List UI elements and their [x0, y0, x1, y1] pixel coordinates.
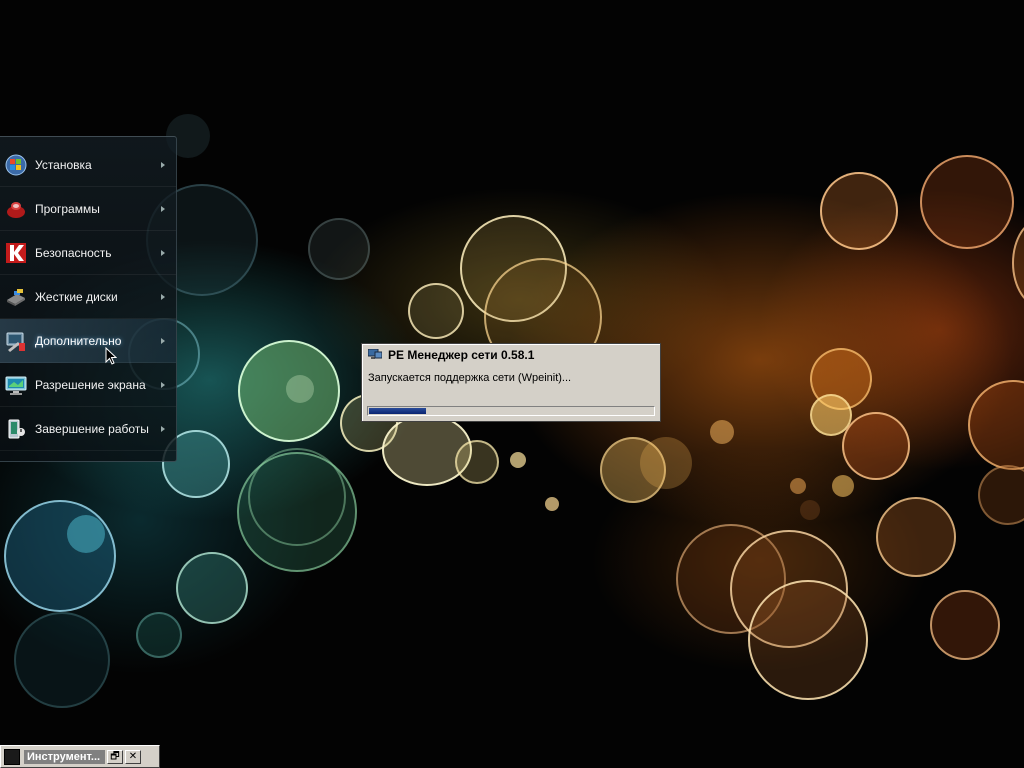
bokeh-bubble: [710, 420, 734, 444]
menu-item-label: Безопасность: [35, 245, 112, 260]
network-manager-dialog[interactable]: PE Менеджер сети 0.58.1 Запускается подд…: [361, 343, 661, 422]
chevron-right-icon: [161, 249, 165, 256]
menu-item-label: Разрешение экрана: [35, 377, 146, 392]
bokeh-bubble: [545, 497, 559, 511]
bokeh-bubble: [820, 172, 898, 250]
bokeh-bubble: [176, 552, 248, 624]
bokeh-bubble: [978, 465, 1024, 525]
menu-item-install[interactable]: Установка: [0, 143, 176, 187]
bokeh-bubble: [930, 590, 1000, 660]
menu-item-hard-disks[interactable]: Жесткие диски: [0, 275, 176, 319]
chevron-right-icon: [161, 337, 165, 344]
bokeh-bubble: [510, 452, 526, 468]
bokeh-bubble: [14, 612, 110, 708]
bokeh-bubble: [790, 478, 806, 494]
network-icon: [367, 348, 383, 361]
dialog-status-message: Запускается поддержка сети (Wpeinit)...: [368, 372, 572, 384]
menu-item-label: Завершение работы: [35, 421, 149, 436]
menu-item-additional[interactable]: Дополнительно: [0, 319, 176, 363]
monitor-icon: [5, 374, 27, 396]
bokeh-bubble: [800, 500, 820, 520]
taskbar-window-button[interactable]: Инструмент... 🗗 ✕: [0, 745, 160, 768]
kaspersky-icon: [5, 242, 27, 264]
menu-item-label: Установка: [35, 157, 92, 172]
menu-item-screen-resolution[interactable]: Разрешение экрана: [0, 363, 176, 407]
programs-icon: [5, 198, 27, 220]
progress-bar-fill: [369, 408, 426, 414]
side-menu: Установка Программы Безопасность Жесткие…: [0, 136, 177, 462]
bokeh-bubble: [408, 283, 464, 339]
menu-item-security[interactable]: Безопасность: [0, 231, 176, 275]
taskbar-window-label: Инструмент...: [24, 749, 105, 764]
progress-bar: [367, 406, 655, 416]
tools-window-icon: [4, 748, 20, 765]
chevron-right-icon: [161, 293, 165, 300]
bokeh-bubble: [286, 375, 314, 403]
bokeh-bubble: [248, 448, 346, 546]
bokeh-bubble: [136, 612, 182, 658]
shutdown-icon: [5, 418, 27, 440]
bokeh-bubble: [832, 475, 854, 497]
bokeh-bubble: [876, 497, 956, 577]
chevron-right-icon: [161, 161, 165, 168]
menu-item-label: Программы: [35, 201, 100, 216]
bokeh-bubble: [640, 437, 692, 489]
bokeh-bubble: [455, 440, 499, 484]
bokeh-bubble: [920, 155, 1014, 249]
menu-item-programs[interactable]: Программы: [0, 187, 176, 231]
windows-install-icon: [5, 154, 27, 176]
chevron-right-icon: [161, 205, 165, 212]
mouse-cursor-icon: [105, 347, 117, 365]
bokeh-bubble: [67, 515, 105, 553]
additional-tools-icon: [5, 330, 27, 352]
menu-item-label: Дополнительно: [35, 333, 122, 348]
hard-disk-icon: [5, 286, 27, 308]
close-button[interactable]: ✕: [125, 749, 141, 764]
bokeh-bubble: [968, 380, 1024, 470]
bokeh-bubble: [308, 218, 370, 280]
bokeh-bubble: [4, 500, 116, 612]
bokeh-bubble: [842, 412, 910, 480]
restore-button[interactable]: 🗗: [107, 749, 123, 764]
dialog-title-bar[interactable]: PE Менеджер сети 0.58.1: [363, 345, 659, 365]
bokeh-bubble: [1012, 218, 1024, 308]
dialog-title: PE Менеджер сети 0.58.1: [388, 348, 535, 362]
chevron-right-icon: [161, 425, 165, 432]
chevron-right-icon: [161, 381, 165, 388]
bokeh-bubble: [748, 580, 868, 700]
menu-item-shutdown[interactable]: Завершение работы: [0, 407, 176, 451]
menu-item-label: Жесткие диски: [35, 289, 118, 304]
